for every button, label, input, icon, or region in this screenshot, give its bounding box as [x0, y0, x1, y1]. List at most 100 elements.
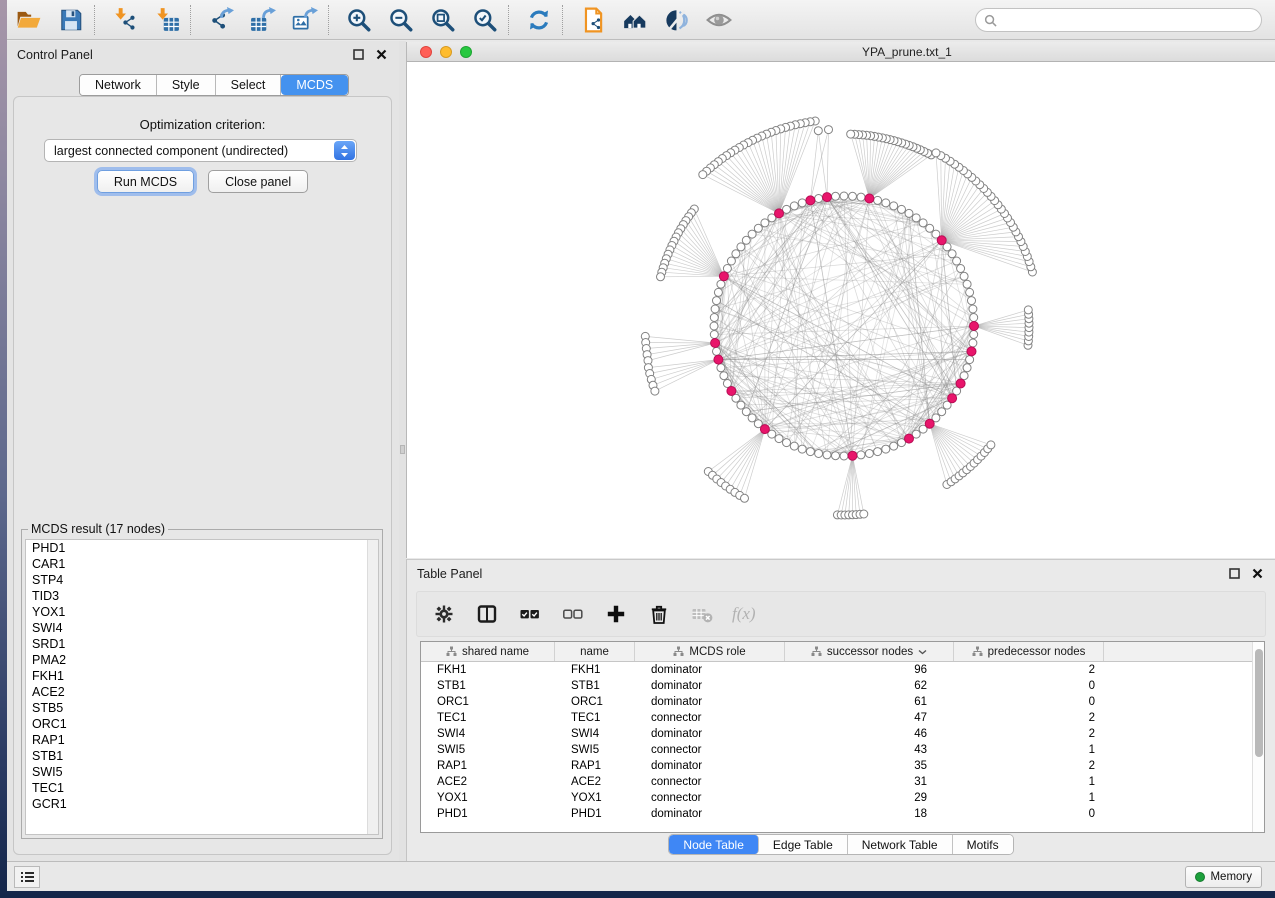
mcds-result-node[interactable]: SWI5 [26, 764, 378, 780]
toolbar-separator [94, 5, 95, 35]
panel-splitter[interactable] [399, 41, 406, 861]
zoom-in-icon[interactable] [342, 4, 376, 36]
network-graph[interactable] [407, 63, 1275, 558]
float-table-panel-icon[interactable] [1227, 566, 1242, 581]
optimization-criterion-label: Optimization criterion: [14, 117, 391, 132]
column-header-MCDS-role[interactable]: MCDS role [635, 642, 785, 661]
table-row[interactable]: ACE2ACE2connector311 [421, 774, 1264, 790]
mcds-result-node[interactable]: GCR1 [26, 796, 378, 812]
column-header-predecessor-nodes[interactable]: predecessor nodes [954, 642, 1104, 661]
tab-motifs[interactable]: Motifs [953, 835, 1013, 854]
node-table-body: FKH1FKH1dominator962STB1STB1dominator620… [421, 662, 1264, 822]
deselect-all-icon[interactable] [560, 602, 586, 626]
close-panel-icon[interactable] [374, 47, 389, 62]
tab-network[interactable]: Network [80, 75, 157, 95]
export-image-icon[interactable] [288, 4, 322, 36]
mcds-result-node[interactable]: TID3 [26, 588, 378, 604]
add-column-icon[interactable] [603, 602, 629, 626]
delete-columns-icon[interactable] [646, 602, 672, 626]
column-header-successor-nodes[interactable]: successor nodes [785, 642, 954, 661]
control-panel: Control Panel NetworkStyleSelectMCDS Opt… [7, 41, 399, 861]
show-graphics-details-icon[interactable] [702, 4, 736, 36]
mcds-result-node[interactable]: SRD1 [26, 636, 378, 652]
table-row[interactable]: RAP1RAP1dominator352 [421, 758, 1264, 774]
tab-edge-table[interactable]: Edge Table [759, 835, 848, 854]
mcds-result-node[interactable]: STB5 [26, 700, 378, 716]
mcds-result-node[interactable]: STP4 [26, 572, 378, 588]
minimize-window-button[interactable] [440, 46, 452, 58]
table-scrollbar-thumb[interactable] [1255, 649, 1263, 757]
hide-graphics-details-icon[interactable] [660, 4, 694, 36]
import-network-icon[interactable] [108, 4, 142, 36]
network-canvas[interactable] [407, 63, 1275, 558]
criterion-dropdown[interactable]: largest connected component (undirected) [44, 139, 357, 162]
export-network-icon[interactable] [204, 4, 238, 36]
close-window-button[interactable] [420, 46, 432, 58]
task-history-button[interactable] [14, 866, 40, 888]
tab-mcds[interactable]: MCDS [281, 75, 348, 95]
table-scrollbar[interactable] [1252, 642, 1264, 832]
node-table[interactable]: shared namenameMCDS rolesuccessor nodesp… [420, 641, 1265, 833]
tab-node-table[interactable]: Node Table [669, 835, 759, 854]
mcds-panel: Optimization criterion: largest connecte… [13, 96, 392, 855]
export-table-icon[interactable] [246, 4, 280, 36]
table-row[interactable]: FKH1FKH1dominator962 [421, 662, 1264, 678]
table-row[interactable]: TEC1TEC1connector472 [421, 710, 1264, 726]
splitter-grip[interactable] [400, 445, 405, 454]
run-mcds-button[interactable]: Run MCDS [97, 170, 194, 193]
column-header-name[interactable]: name [555, 642, 635, 661]
table-row[interactable]: STB1STB1dominator620 [421, 678, 1264, 694]
close-panel-button[interactable]: Close panel [208, 170, 308, 193]
mcds-result-node[interactable]: TEC1 [26, 780, 378, 796]
column-type-icon [811, 646, 822, 657]
table-row[interactable]: SWI5SWI5connector431 [421, 742, 1264, 758]
memory-status-icon [1195, 872, 1205, 882]
mcds-result-node[interactable]: ACE2 [26, 684, 378, 700]
maximize-window-button[interactable] [460, 46, 472, 58]
mcds-result-node[interactable]: FKH1 [26, 668, 378, 684]
column-type-icon [673, 646, 684, 657]
table-row[interactable]: SWI4SWI4dominator462 [421, 726, 1264, 742]
tab-select[interactable]: Select [216, 75, 282, 95]
column-type-icon [446, 646, 457, 657]
network-overview-icon[interactable] [618, 4, 652, 36]
split-panel-icon[interactable] [474, 602, 500, 626]
tab-style[interactable]: Style [157, 75, 216, 95]
tab-network-table[interactable]: Network Table [848, 835, 953, 854]
table-row[interactable]: PHD1PHD1dominator180 [421, 806, 1264, 822]
mcds-result-node[interactable]: STB1 [26, 748, 378, 764]
float-panel-icon[interactable] [351, 47, 366, 62]
import-table-icon[interactable] [150, 4, 184, 36]
column-header-filler [1104, 642, 1264, 661]
criterion-value: largest connected component (undirected) [54, 144, 288, 158]
open-file-icon[interactable] [12, 4, 46, 36]
column-settings-icon[interactable] [431, 602, 457, 626]
table-row[interactable]: ORC1ORC1dominator610 [421, 694, 1264, 710]
save-session-icon[interactable] [54, 4, 88, 36]
table-panel-titlebar: Table Panel [407, 560, 1275, 587]
close-table-panel-icon[interactable] [1250, 566, 1265, 581]
network-from-file-icon[interactable] [576, 4, 610, 36]
mcds-result-node[interactable]: PHD1 [26, 540, 378, 556]
mcds-result-node[interactable]: CAR1 [26, 556, 378, 572]
zoom-fit-icon[interactable] [426, 4, 460, 36]
mcds-result-list[interactable]: PHD1CAR1STP4TID3YOX1SWI4SRD1PMA2FKH1ACE2… [25, 539, 379, 835]
zoom-out-icon[interactable] [384, 4, 418, 36]
mcds-result-node[interactable]: PMA2 [26, 652, 378, 668]
mcds-result-node[interactable]: YOX1 [26, 604, 378, 620]
column-header-shared-name[interactable]: shared name [421, 642, 555, 661]
zoom-selected-icon[interactable] [468, 4, 502, 36]
mcds-result-node[interactable]: RAP1 [26, 732, 378, 748]
table-toolbar: f(x) [416, 591, 1266, 637]
result-scrollbar[interactable] [367, 540, 378, 834]
mcds-result-node[interactable]: SWI4 [26, 620, 378, 636]
mcds-result-node[interactable]: ORC1 [26, 716, 378, 732]
network-window-titlebar[interactable]: YPA_prune.txt_1 [407, 42, 1275, 62]
refresh-view-icon[interactable] [522, 4, 556, 36]
search-input[interactable] [975, 8, 1262, 32]
table-row[interactable]: YOX1YOX1connector291 [421, 790, 1264, 806]
nodes-layer[interactable] [641, 117, 1036, 519]
memory-button[interactable]: Memory [1185, 866, 1262, 888]
select-all-icon[interactable] [517, 602, 543, 626]
sort-desc-icon [918, 649, 927, 655]
